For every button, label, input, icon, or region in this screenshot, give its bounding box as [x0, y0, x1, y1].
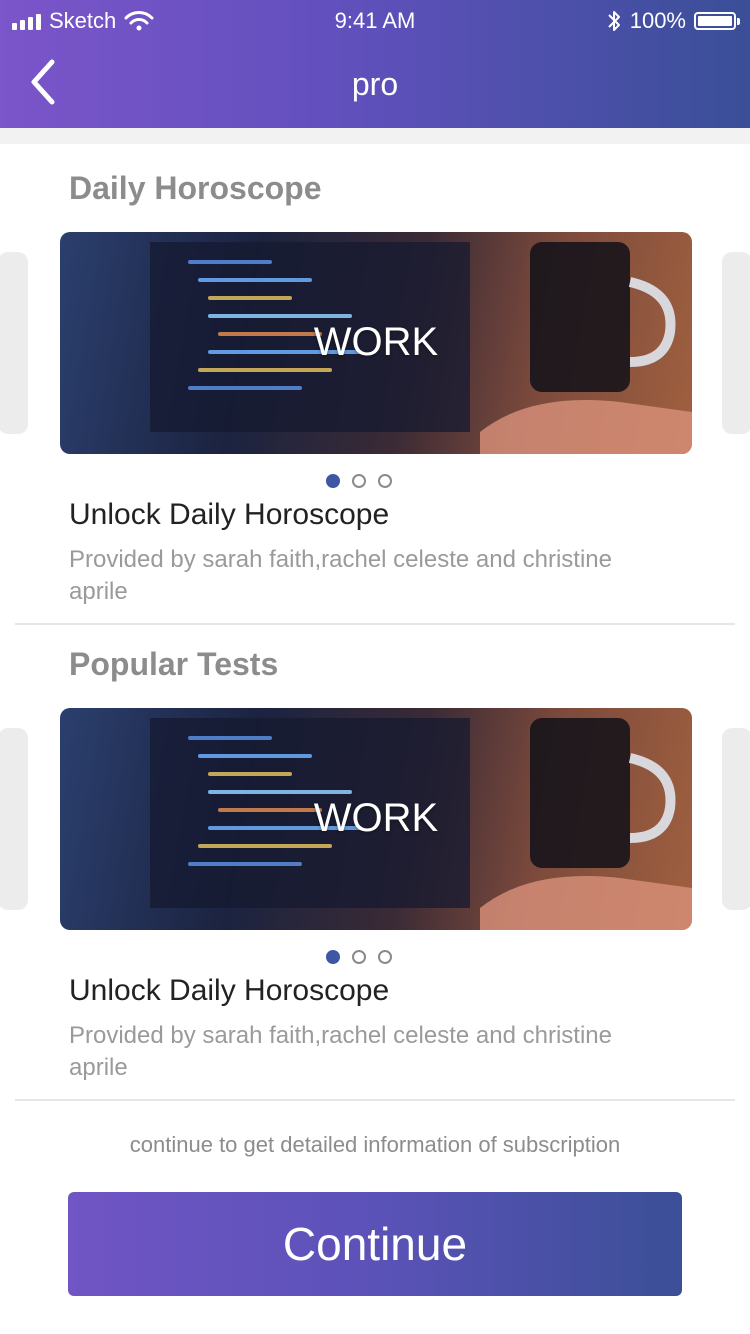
carousel-banner[interactable]: WORK: [60, 232, 692, 454]
page-title: pro: [351, 66, 399, 102]
header-spacer: [0, 128, 750, 144]
subscription-note: continue to get detailed information of …: [129, 1132, 621, 1157]
carousel-dot-1[interactable]: [326, 474, 340, 488]
banner-caption: WORK: [313, 320, 439, 364]
carousel-banner[interactable]: WORK: [60, 708, 692, 930]
banner-caption: WORK: [313, 796, 439, 840]
section-title: Popular Tests: [69, 646, 279, 682]
item-description: Provided by sarah faith,rachel celeste a…: [69, 1022, 612, 1081]
battery-percent: 100%: [629, 8, 686, 33]
divider: [15, 623, 735, 625]
carousel-dot-3[interactable]: [378, 474, 392, 488]
carousel-dot-2[interactable]: [352, 474, 366, 488]
carousel-prev-card[interactable]: [0, 728, 28, 910]
battery-fill: [698, 16, 732, 26]
section-title: Daily Horoscope: [69, 170, 322, 206]
carousel-dot-3[interactable]: [378, 950, 392, 964]
bluetooth-icon: [608, 11, 620, 31]
status-bar: Sketch 9:41 AM 100%: [0, 0, 750, 42]
battery-icon: [694, 12, 740, 30]
carousel-next-card[interactable]: [722, 728, 750, 910]
header: Sketch 9:41 AM 100% pro: [0, 0, 750, 128]
carousel-dots: [0, 474, 734, 488]
carousel-next-card[interactable]: [722, 252, 750, 434]
divider: [15, 1099, 735, 1101]
item-description: Provided by sarah faith,rachel celeste a…: [69, 546, 612, 605]
carousel-dots: [0, 950, 734, 964]
item-title: Unlock Daily Horoscope: [69, 498, 390, 531]
continue-button[interactable]: Continue: [68, 1192, 682, 1296]
carousel-dot-2[interactable]: [352, 950, 366, 964]
carousel-prev-card[interactable]: [0, 252, 28, 434]
status-right: 100%: [606, 8, 740, 34]
nav-bar: pro: [0, 42, 750, 128]
carousel-dot-1[interactable]: [326, 950, 340, 964]
item-title: Unlock Daily Horoscope: [69, 974, 390, 1007]
